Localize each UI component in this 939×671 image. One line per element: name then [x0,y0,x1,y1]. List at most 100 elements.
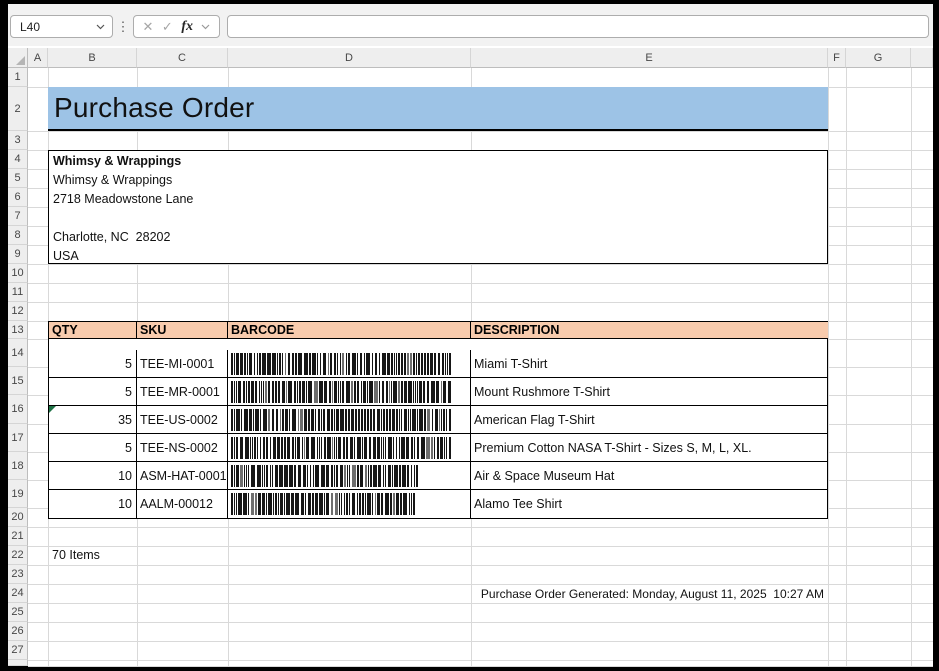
barcode-cell[interactable] [228,490,471,518]
column-header-F[interactable]: F [828,48,846,68]
select-all-triangle-icon [16,56,25,65]
table-header-description[interactable]: DESCRIPTION [471,322,828,339]
cancel-icon[interactable]: ✕ [143,20,154,33]
page-title: Purchase Order [48,92,254,124]
row-header-1[interactable]: 1 [8,68,28,87]
row-header-3[interactable]: 3 [8,131,28,150]
error-indicator-icon [49,406,56,413]
gridline [28,131,933,132]
column-header-D[interactable]: D [228,48,471,68]
qty-cell[interactable]: 5 [49,434,137,462]
barcode-image [231,353,452,375]
table-header-sku[interactable]: SKU [137,322,228,339]
table-header-qty[interactable]: QTY [49,322,137,339]
qty-cell[interactable]: 35 [49,406,137,434]
sku-cell[interactable]: TEE-MR-0001 [137,378,228,406]
row-header-5[interactable]: 5 [8,169,28,188]
company-info-line[interactable]: Whimsy & Wrappings [53,151,827,170]
column-header-G[interactable]: G [846,48,911,68]
barcode-image [231,465,419,487]
row-header-2[interactable]: 2 [8,87,28,131]
sku-cell[interactable]: AALM-00012 [137,490,228,518]
row-header-4[interactable]: 4 [8,150,28,169]
total-items-cell[interactable]: 70 Items [52,548,100,562]
column-header-A[interactable]: A [28,48,48,68]
row-header-12[interactable]: 12 [8,302,28,321]
row-header-27[interactable]: 27 [8,641,28,660]
barcode-cell[interactable] [228,378,471,406]
row-header-22[interactable]: 22 [8,546,28,565]
row-header-14[interactable]: 14 [8,339,28,367]
gridline [28,546,933,547]
row-header-13[interactable]: 13 [8,321,28,339]
sku-cell[interactable]: TEE-US-0002 [137,406,228,434]
description-cell[interactable]: Air & Space Museum Hat [471,462,828,490]
row-header-16[interactable]: 16 [8,395,28,424]
qty-cell[interactable]: 10 [49,462,137,490]
barcode-cell[interactable] [228,434,471,462]
qty-cell[interactable]: 5 [49,350,137,378]
gridline [28,603,933,604]
company-info-line[interactable]: Whimsy & Wrappings [53,170,827,189]
formula-buttons-group: ✕ ✓ fx [133,15,220,38]
title-banner-cell[interactable]: Purchase Order [48,87,828,131]
column-header-E[interactable]: E [471,48,828,68]
row-header-20[interactable]: 20 [8,508,28,527]
barcode-image [231,437,452,459]
barcode-cell[interactable] [228,462,471,490]
row-header-9[interactable]: 9 [8,245,28,264]
row-header-19[interactable]: 19 [8,480,28,508]
generated-note-cell[interactable]: Purchase Order Generated: Monday, August… [481,587,824,601]
row-header-26[interactable]: 26 [8,622,28,641]
qty-cell[interactable]: 5 [49,378,137,406]
description-cell[interactable]: Miami T-Shirt [471,350,828,378]
formula-bar-input[interactable] [227,15,929,38]
company-info-line[interactable]: Charlotte, NC 28202 [53,227,827,246]
row-header-15[interactable]: 15 [8,367,28,395]
row-header-10[interactable]: 10 [8,264,28,283]
row-header-8[interactable]: 8 [8,226,28,245]
chevron-down-icon[interactable] [96,24,105,30]
row-header-11[interactable]: 11 [8,283,28,302]
column-header-C[interactable]: C [137,48,228,68]
gridline [28,641,933,642]
gridline [28,666,933,667]
column-header-partial[interactable] [911,48,933,68]
row-header-24[interactable]: 24 [8,584,28,603]
company-info-box[interactable]: Whimsy & WrappingsWhimsy & Wrappings2718… [48,150,828,264]
row-header-6[interactable]: 6 [8,188,28,207]
company-info-line[interactable]: USA [53,246,827,265]
gridline [28,527,933,528]
qty-cell[interactable]: 10 [49,490,137,518]
barcode-cell[interactable] [228,350,471,378]
row-header-7[interactable]: 7 [8,207,28,226]
sku-cell[interactable]: ASM-HAT-0001 [137,462,228,490]
row-header-25[interactable]: 25 [8,603,28,622]
description-cell[interactable]: Alamo Tee Shirt [471,490,828,518]
gridline [28,584,933,585]
table-header-barcode[interactable]: BARCODE [228,322,471,339]
row-header-18[interactable]: 18 [8,452,28,480]
barcode-cell[interactable] [228,406,471,434]
row-header-23[interactable]: 23 [8,565,28,584]
row-header-17[interactable]: 17 [8,424,28,452]
barcode-image [231,381,452,403]
company-info-line[interactable]: 2718 Meadowstone Lane [53,189,827,208]
description-cell[interactable]: American Flag T-Shirt [471,406,828,434]
insert-function-icon[interactable]: fx [181,19,193,35]
select-all-corner[interactable] [8,48,28,68]
gridline [28,622,933,623]
row-header-21[interactable]: 21 [8,527,28,546]
chevron-down-icon[interactable] [201,24,210,30]
description-cell[interactable]: Mount Rushmore T-Shirt [471,378,828,406]
name-box[interactable]: L40 [10,15,113,38]
column-header-B[interactable]: B [48,48,137,68]
purchase-order-table: QTYSKUBARCODEDESCRIPTION5TEE-MI-0001Miam… [48,321,828,519]
row-header-partial [8,660,28,666]
gridline [28,302,933,303]
sku-cell[interactable]: TEE-NS-0002 [137,434,228,462]
confirm-icon[interactable]: ✓ [162,20,173,33]
company-info-line[interactable] [53,208,827,227]
description-cell[interactable]: Premium Cotton NASA T-Shirt - Sizes S, M… [471,434,828,462]
sku-cell[interactable]: TEE-MI-0001 [137,350,228,378]
